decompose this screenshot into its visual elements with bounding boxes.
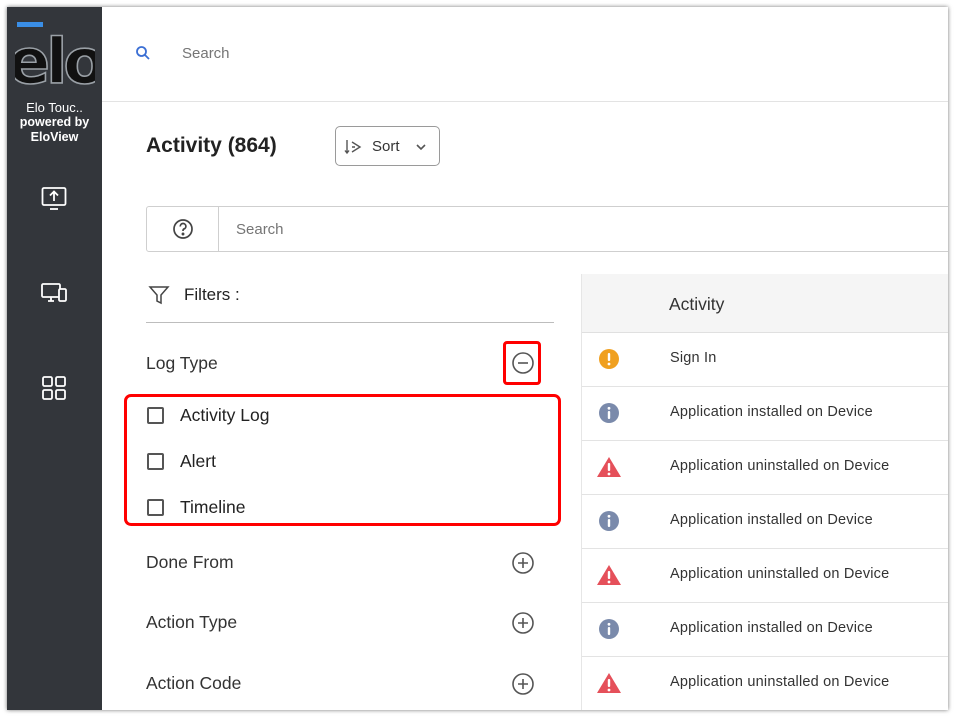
table-row[interactable]: Application installed on Device: [582, 495, 948, 549]
help-button[interactable]: [147, 207, 219, 251]
alert-triangle-icon: [597, 457, 621, 477]
filter-group-done-from[interactable]: Done From: [146, 552, 234, 573]
filter-group-action-code[interactable]: Action Code: [146, 673, 241, 694]
activity-search-bar: [146, 206, 948, 252]
table-header: Activity: [582, 274, 948, 333]
alert-triangle-icon: [597, 673, 621, 693]
activity-search-input[interactable]: [236, 221, 736, 238]
sort-label: Sort: [372, 138, 400, 155]
help-icon: [173, 219, 193, 239]
expand-plus-icon[interactable]: [511, 551, 535, 575]
svg-text:elo: elo: [15, 25, 95, 87]
table-row[interactable]: Application installed on Device: [582, 603, 948, 657]
search-icon: [136, 46, 150, 60]
brand-text: Elo Touc.. powered by EloView: [7, 100, 102, 145]
table-row[interactable]: Application uninstalled on Device: [582, 441, 948, 495]
activity-text: Application installed on Device: [670, 404, 873, 420]
sort-icon: [344, 140, 362, 155]
expand-plus-icon[interactable]: [511, 611, 535, 635]
brand-eloview: EloView: [30, 130, 79, 144]
expand-plus-icon[interactable]: [511, 672, 535, 696]
table-row[interactable]: Sign In: [582, 333, 948, 387]
activity-text: Sign In: [670, 350, 717, 366]
filter-icon: [148, 286, 170, 305]
filter-group-log-type[interactable]: Log Type: [146, 353, 218, 374]
activity-text: Application uninstalled on Device: [670, 674, 890, 690]
app-window: elo Elo Touc.. powered by EloView Search…: [7, 7, 948, 710]
global-search-input[interactable]: [182, 45, 582, 62]
activity-table: Activity Sign In Application installed o…: [581, 274, 948, 710]
filters-label: Filters :: [184, 285, 240, 304]
upload-screen-icon[interactable]: [40, 184, 68, 212]
activity-text: Application uninstalled on Device: [670, 566, 890, 582]
info-icon: [599, 403, 619, 423]
filters-header: Filters :: [146, 282, 554, 323]
activity-text: Application installed on Device: [670, 620, 873, 636]
warning-circle-icon: [599, 349, 619, 369]
highlight-collapse-toggle: [503, 341, 541, 385]
column-header-activity[interactable]: Activity: [669, 294, 724, 315]
activity-text: Application installed on Device: [670, 512, 873, 528]
filter-group-action-type[interactable]: Action Type: [146, 612, 237, 633]
info-icon: [599, 511, 619, 531]
devices-icon[interactable]: [40, 279, 68, 307]
brand-powered-by: powered by: [19, 115, 90, 129]
page-title: Activity (864): [146, 134, 277, 157]
table-row[interactable]: Application uninstalled on Device: [582, 549, 948, 603]
table-row[interactable]: Application installed on Device: [582, 387, 948, 441]
highlight-log-type-options: [124, 394, 561, 526]
info-icon: [599, 619, 619, 639]
table-row[interactable]: Application uninstalled on Device: [582, 657, 948, 710]
sidebar: elo Elo Touc.. powered by EloView: [7, 7, 102, 710]
brand-name: Elo Touc..: [26, 100, 83, 115]
activity-text: Application uninstalled on Device: [670, 458, 890, 474]
sort-button[interactable]: Sort: [335, 126, 440, 166]
top-header: [102, 7, 948, 102]
alert-triangle-icon: [597, 565, 621, 585]
apps-grid-icon[interactable]: [40, 374, 68, 402]
chevron-down-icon: [416, 144, 426, 151]
elo-logo: elo: [15, 22, 95, 87]
